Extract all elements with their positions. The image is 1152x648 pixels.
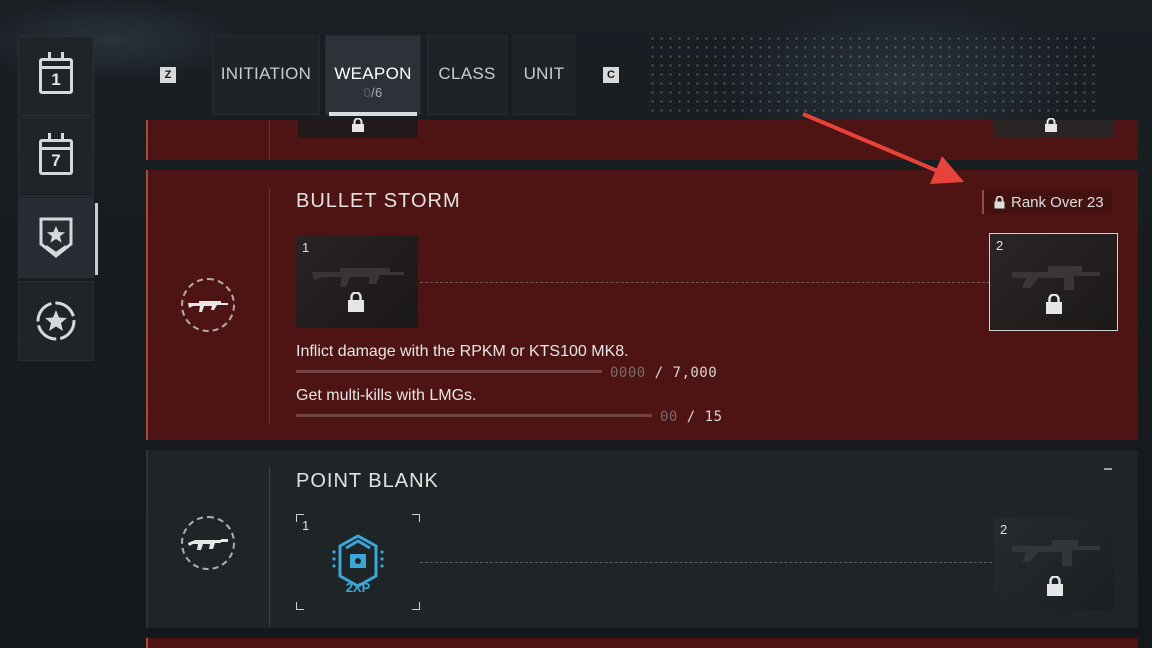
tab-unit[interactable]: UNIT [513,35,575,115]
rail-daily-button[interactable]: 1 [18,36,94,116]
objective-progress-count: 00 / 15 [660,409,723,425]
weapon-silhouette-icon [312,268,404,287]
reward-1-thumbnail[interactable]: 1 2XP [296,514,420,610]
next-tab-key[interactable]: C [603,67,619,83]
shield-star-icon [39,217,73,258]
tab-initiation[interactable]: INITIATION [212,35,320,115]
reward-thumbnail [298,118,418,138]
collapse-icon[interactable] [1104,468,1112,470]
lmg-emblem-icon [181,278,235,332]
challenge-card-point-blank[interactable]: POINT BLANK 1 2XP 2 [146,450,1138,628]
tab-weapon-progress: 0/6 [363,85,383,100]
objective-text: Inflict damage with the RPKM or KTS100 M… [296,343,629,360]
reward-thumbnail [994,118,1114,138]
lock-icon [348,292,364,312]
weapon-silhouette-icon [1012,266,1100,290]
rail-career-button[interactable] [18,281,94,361]
lock-icon [1046,294,1062,314]
objective-progress-bar [296,370,602,373]
lock-icon [1047,576,1063,596]
rail-mastery-button[interactable] [18,198,98,278]
lock-icon [352,118,364,132]
star-circle-icon [36,301,76,341]
reward-2-thumbnail[interactable]: 2 [994,518,1114,610]
calendar-weekly-icon: 7 [39,133,73,175]
challenge-title: POINT BLANK [296,470,439,492]
challenge-title: BULLET STORM [296,190,461,212]
xp-boost-label: 2XP [345,580,371,595]
challenge-card-previous[interactable] [146,118,1138,160]
weapon-silhouette-icon [1012,540,1100,566]
dot-pattern [648,34,1098,112]
reward-1-thumbnail[interactable]: 1 [296,236,418,328]
objective-progress-bar [296,414,652,417]
tab-class[interactable]: CLASS [427,35,507,115]
xp-boost-icon [332,534,384,588]
objective-text: Get multi-kills with LMGs. [296,387,477,404]
rank-requirement-badge: Rank Over 23 [982,190,1112,214]
reward-2-thumbnail[interactable]: 2 [989,233,1118,331]
rail-weekly-button[interactable]: 7 [18,117,94,197]
challenge-card-next[interactable] [146,638,1138,648]
objective-progress-count: 0000 / 7,000 [610,365,718,381]
tab-weapon[interactable]: WEAPON 0/6 [325,35,421,116]
rifle-emblem-icon [181,516,235,570]
lock-icon [994,195,1005,208]
lock-icon [1045,118,1057,132]
prev-tab-key[interactable]: Z [160,67,176,83]
calendar-daily-icon: 1 [39,52,73,94]
challenge-card-bullet-storm[interactable]: BULLET STORM Rank Over 23 1 2 Inflict da… [146,170,1138,440]
